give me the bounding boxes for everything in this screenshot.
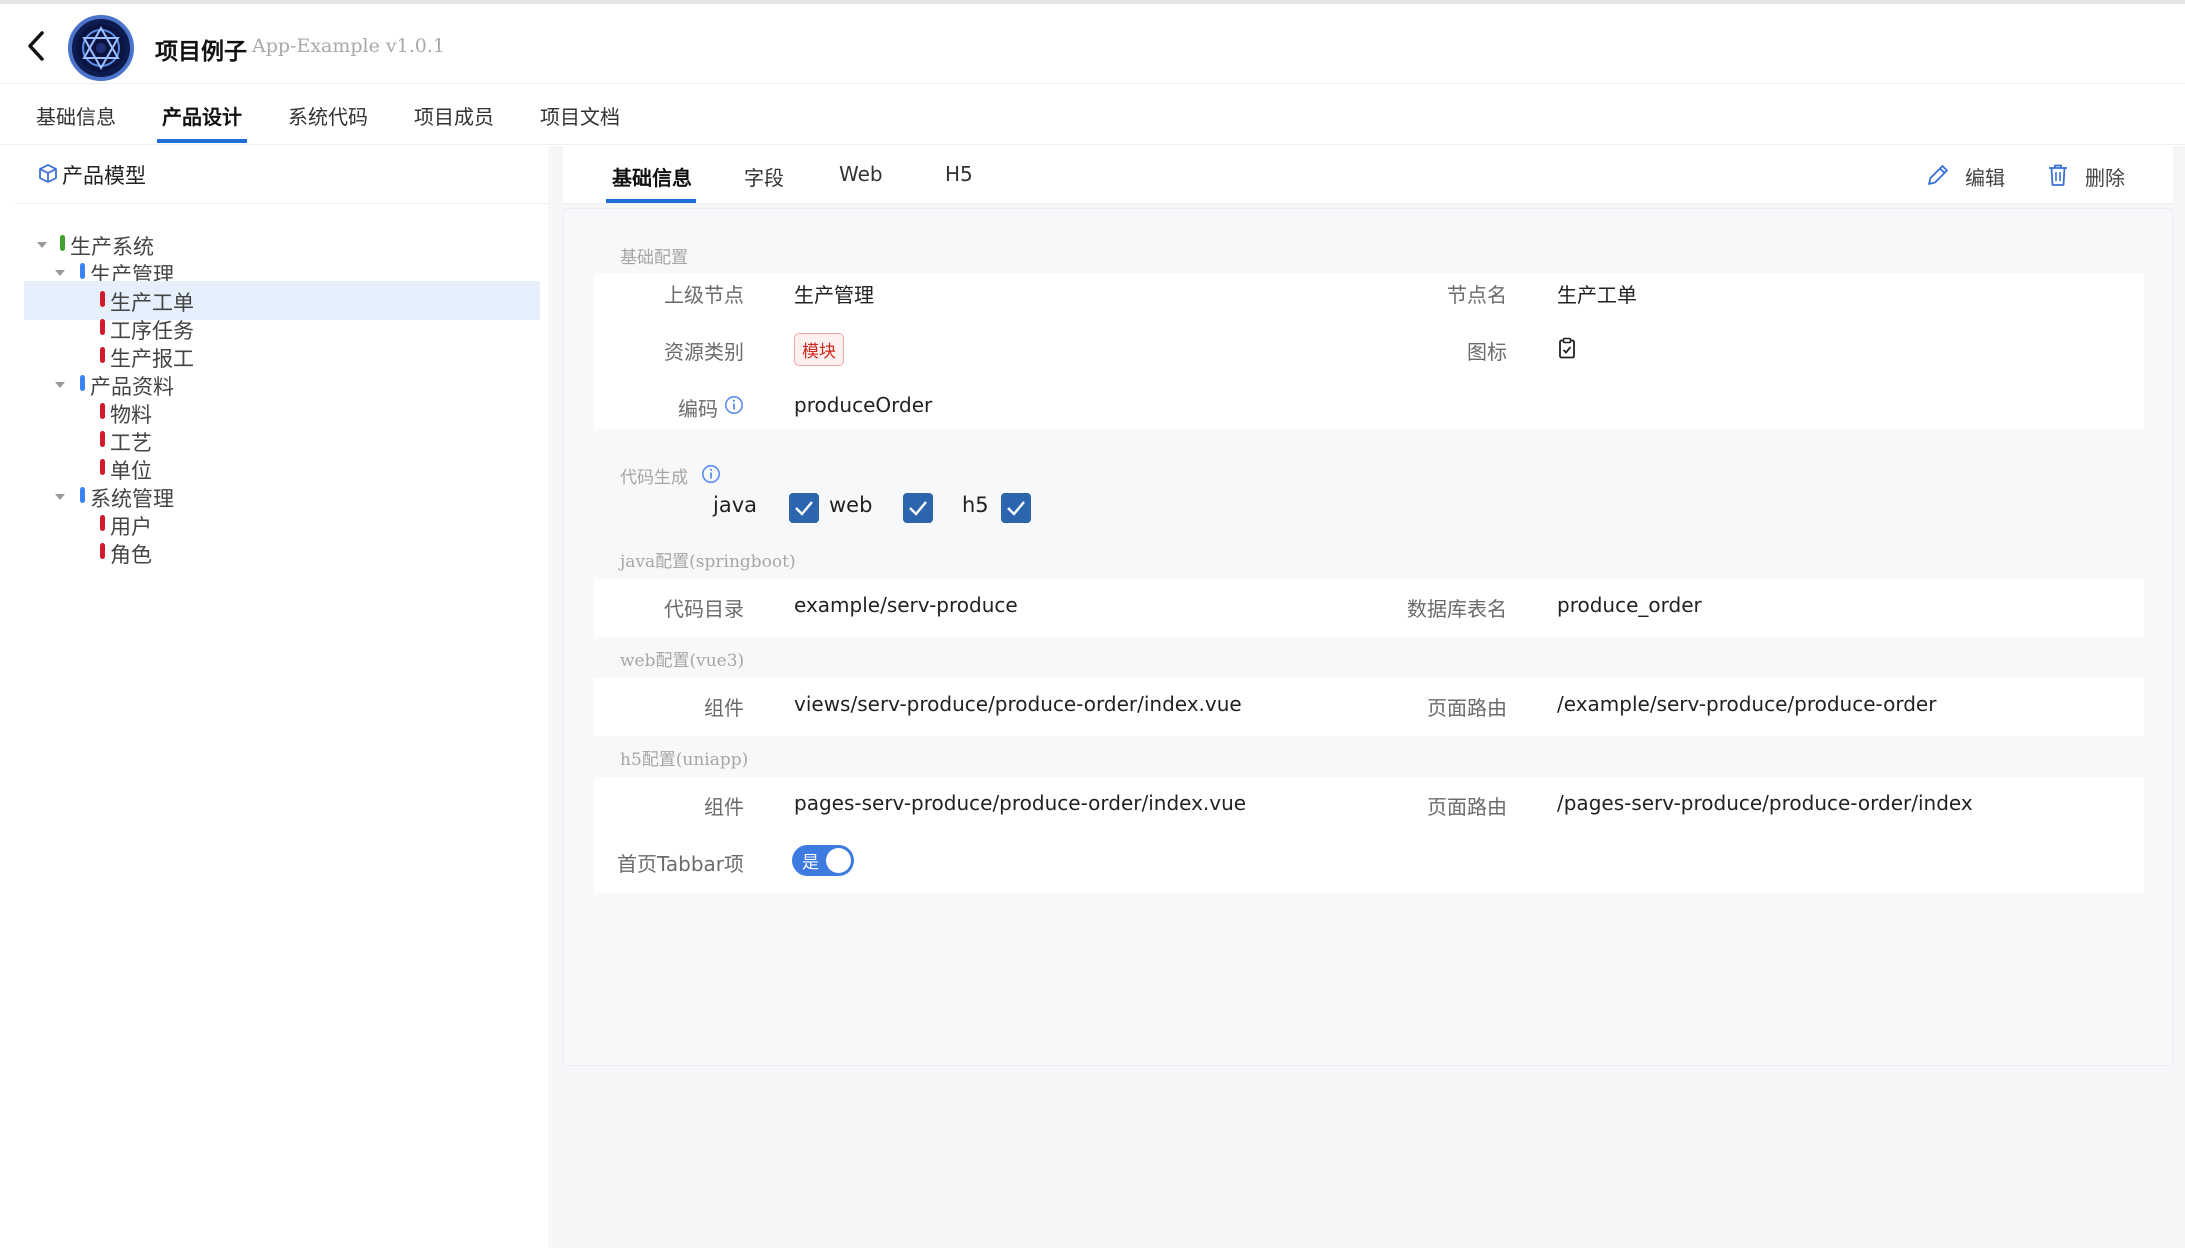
java-checkbox[interactable] [789, 493, 819, 523]
parent-node-value: 生产管理 [794, 283, 874, 307]
node-marker [100, 403, 105, 419]
section-title-codegen: 代码生成 [620, 468, 688, 488]
node-marker [60, 235, 65, 251]
codegen-info-icon[interactable] [701, 464, 721, 484]
main-tabs: 基础信息 产品设计 系统代码 项目成员 项目文档 [0, 85, 2185, 145]
detail-tab-fields[interactable]: 字段 [744, 162, 784, 191]
edit-button[interactable]: 编辑 [1925, 160, 2015, 190]
panel-title: 产品模型 [62, 164, 146, 188]
node-name-value: 生产工单 [1557, 283, 1637, 307]
delete-button[interactable]: 删除 [2045, 160, 2135, 190]
code-value: produceOrder [794, 393, 933, 417]
app-title: 项目例子 [155, 39, 247, 65]
switch-knob [826, 848, 851, 873]
node-marker [100, 291, 105, 307]
h5-option-label: h5 [962, 493, 989, 517]
caret-down-icon[interactable] [52, 489, 68, 505]
resource-type-label: 资源类别 [664, 340, 744, 364]
app-version: App-Example v1.0.1 [252, 35, 445, 57]
web-option-label: web [829, 493, 873, 517]
logo-icon [77, 24, 125, 72]
detail-tab-basic[interactable]: 基础信息 [612, 162, 692, 191]
detail-content: 基础配置 上级节点 生产管理 节点名 生产工单 资源类别 模块 图标 编码 pr… [563, 208, 2173, 1066]
node-marker [80, 375, 85, 391]
h5-route-value: /pages-serv-produce/produce-order/index [1557, 791, 1973, 815]
detail-tab-web[interactable]: Web [839, 162, 883, 186]
java-option-label: java [713, 493, 757, 517]
section-title-h5: h5配置(uniapp) [620, 750, 749, 770]
product-model-panel: 产品模型 生产系统 生产管理 生产工单 工序任务 生产报工 产品资料 物料 工艺 单位 系统管理用… [14, 146, 550, 1248]
info-icon[interactable] [724, 395, 744, 415]
tree-node[interactable]: 角色 [24, 533, 540, 572]
db-table-value: produce_order [1557, 593, 1702, 617]
h5-checkbox[interactable] [1001, 493, 1031, 523]
web-config-body: 组件 views/serv-produce/produce-order/inde… [594, 678, 2144, 736]
panel-header: 产品模型 [14, 146, 550, 204]
tree-node-label: 角色 [110, 543, 152, 567]
app-logo [68, 15, 134, 81]
h5-component-value: pages-serv-produce/produce-order/index.v… [794, 791, 1247, 815]
parent-node-label: 上级节点 [664, 283, 744, 307]
chevron-left-icon [28, 31, 44, 61]
web-route-value: /example/serv-produce/produce-order [1557, 692, 1937, 716]
h5-component-label: 组件 [704, 795, 744, 819]
node-name-label: 节点名 [1447, 283, 1507, 307]
icon-label: 图标 [1467, 340, 1507, 364]
caret-down-icon[interactable] [52, 377, 68, 393]
delete-label: 删除 [2085, 166, 2125, 190]
app-header: 项目例子 App-Example v1.0.1 [0, 4, 2185, 84]
node-marker [100, 319, 105, 335]
check-icon [1007, 501, 1025, 516]
db-table-label: 数据库表名 [1407, 597, 1507, 621]
tabbar-switch[interactable]: 是 [792, 845, 854, 876]
web-component-value: views/serv-produce/produce-order/index.v… [794, 692, 1242, 716]
node-marker [100, 431, 105, 447]
clipboard-icon [1559, 337, 1575, 359]
node-marker [100, 515, 105, 531]
detail-panel: 基础信息 字段 Web H5 编辑 删除 基础配置 上级节点 生产管理 节点名 … [551, 146, 2185, 1248]
web-component-label: 组件 [704, 696, 744, 720]
h5-route-label: 页面路由 [1427, 795, 1507, 819]
cube-icon [39, 164, 57, 183]
tab-system-code[interactable]: 系统代码 [288, 101, 368, 130]
check-icon [795, 501, 813, 516]
web-checkbox[interactable] [903, 493, 933, 523]
tab-project-members[interactable]: 项目成员 [414, 101, 494, 130]
resource-type-tag: 模块 [794, 333, 844, 366]
active-tab-indicator [157, 139, 247, 143]
tabbar-switch-text: 是 [802, 853, 819, 873]
section-title-java: java配置(springboot) [620, 552, 796, 572]
tab-product-design[interactable]: 产品设计 [162, 101, 242, 130]
web-route-label: 页面路由 [1427, 696, 1507, 720]
edit-label: 编辑 [1965, 166, 2005, 190]
tabbar-label: 首页Tabbar项 [616, 852, 744, 876]
tab-project-docs[interactable]: 项目文档 [540, 101, 620, 130]
detail-tab-h5[interactable]: H5 [945, 162, 973, 186]
tab-basic-info[interactable]: 基础信息 [36, 101, 116, 130]
node-marker [80, 263, 85, 279]
node-marker [100, 543, 105, 559]
node-marker [100, 459, 105, 475]
h5-config-body: 组件 pages-serv-produce/produce-order/inde… [594, 777, 2144, 893]
section-title-web: web配置(vue3) [620, 651, 745, 671]
active-detail-tab-indicator [606, 199, 696, 203]
detail-tabs: 基础信息 字段 Web H5 编辑 删除 [563, 146, 2173, 204]
trash-icon [2049, 164, 2067, 186]
back-button[interactable] [22, 28, 52, 64]
code-dir-value: example/serv-produce [794, 593, 1018, 617]
basic-config-body: 上级节点 生产管理 节点名 生产工单 资源类别 模块 图标 编码 produce… [594, 273, 2144, 429]
java-config-body: 代码目录 example/serv-produce 数据库表名 produce_… [594, 579, 2144, 637]
node-marker [80, 487, 85, 503]
check-icon [909, 501, 927, 516]
node-marker [100, 347, 105, 363]
code-dir-label: 代码目录 [664, 597, 744, 621]
caret-down-icon[interactable] [34, 237, 50, 253]
pencil-icon [1928, 165, 1948, 185]
caret-down-icon[interactable] [52, 265, 68, 281]
code-label: 编码 [678, 397, 718, 421]
